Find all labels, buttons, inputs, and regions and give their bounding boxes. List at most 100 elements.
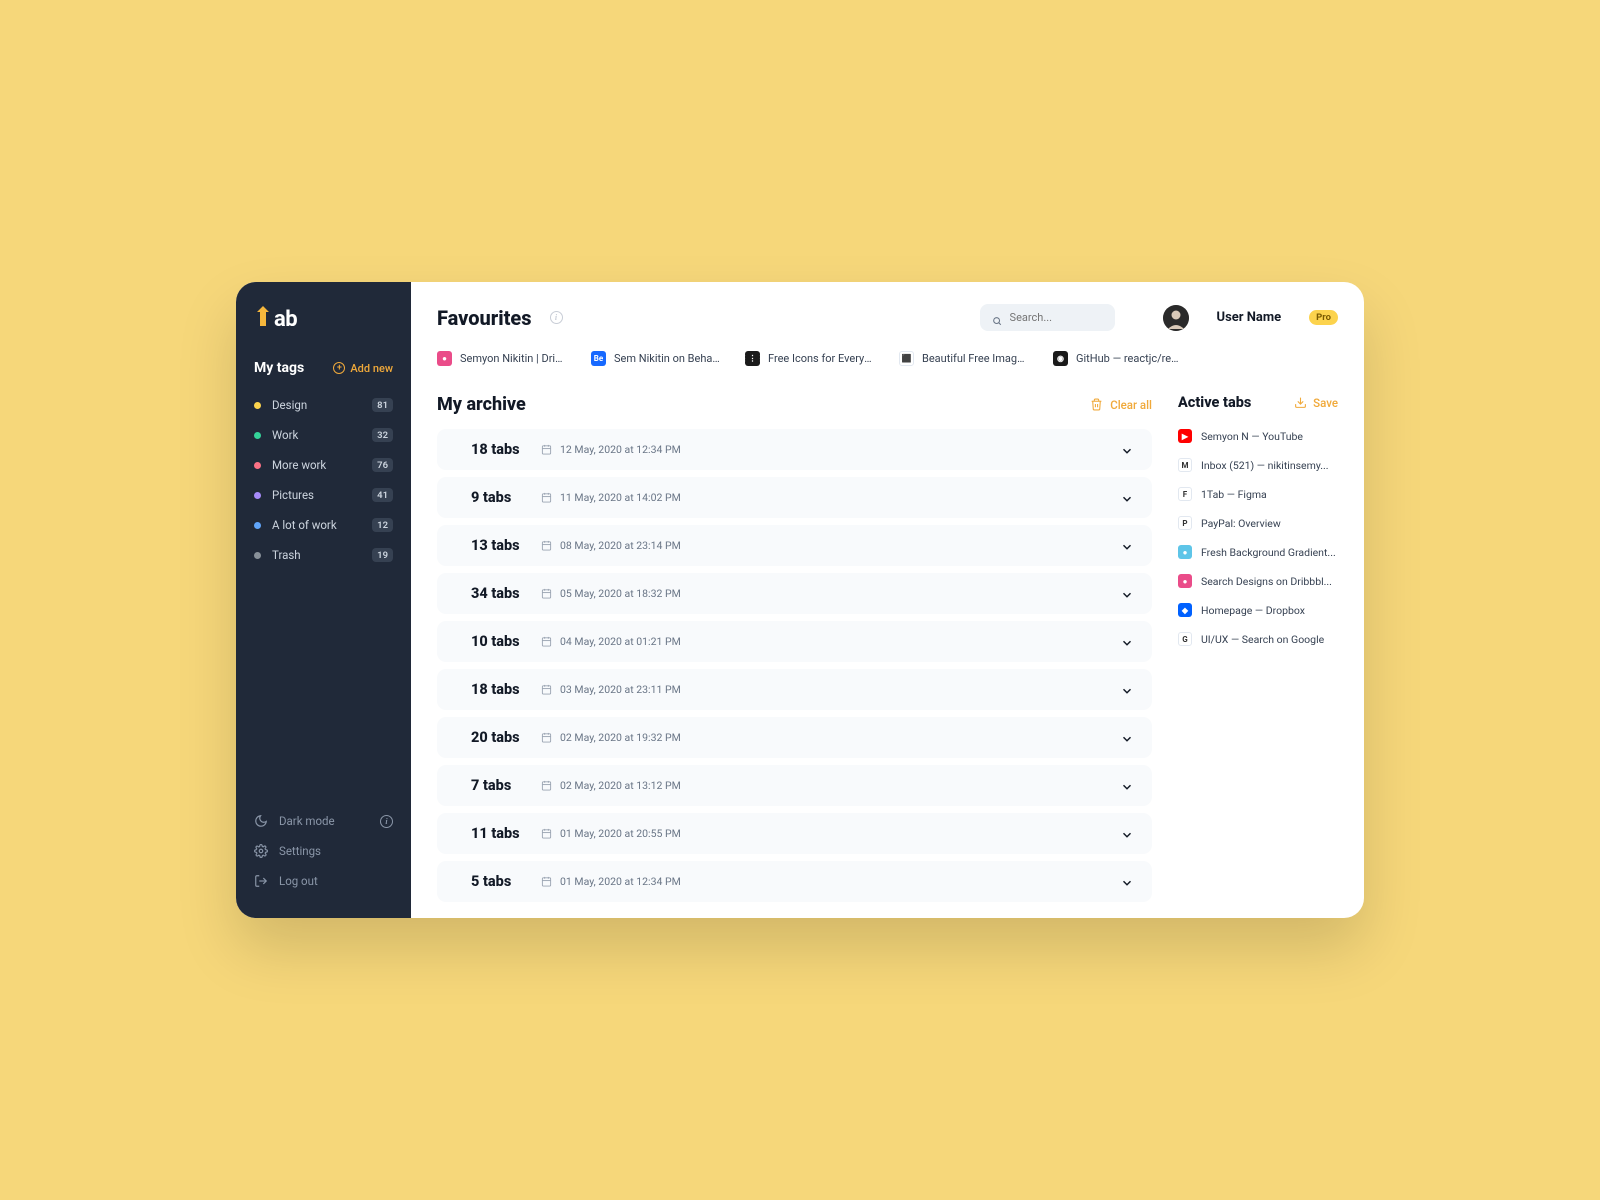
tag-label: A lot of work (272, 518, 372, 532)
logout-button[interactable]: Log out (236, 866, 411, 896)
chevron-down-icon (1120, 827, 1134, 841)
dark-mode-button[interactable]: Dark mode i (236, 806, 411, 836)
gear-icon (254, 844, 268, 858)
site-icon: G (1178, 632, 1192, 646)
site-icon: M (1178, 458, 1192, 472)
chevron-down-icon (1120, 539, 1134, 553)
site-icon: P (1178, 516, 1192, 530)
site-icon: ⬛ (899, 351, 914, 366)
sidebar-tag-item[interactable]: Trash 19 (236, 540, 411, 570)
avatar[interactable] (1163, 305, 1189, 331)
content-row: My archive Clear all 18 tabs 12 May, 202… (437, 394, 1338, 902)
clear-all-label: Clear all (1110, 398, 1152, 412)
archive-item[interactable]: 5 tabs 01 May, 2020 at 12:34 PM (437, 861, 1152, 902)
save-button[interactable]: Save (1294, 396, 1338, 410)
tag-count: 32 (372, 428, 393, 442)
sidebar-tag-item[interactable]: More work 76 (236, 450, 411, 480)
active-tab-item[interactable]: F 1Tab — Figma (1178, 487, 1338, 501)
favourite-item[interactable]: ● Semyon Nikitin | Dribb... (437, 351, 567, 366)
logout-icon (254, 874, 268, 888)
calendar-icon (541, 780, 552, 791)
favourite-item[interactable]: ◉ GitHub — reactjc/reac... (1053, 351, 1183, 366)
archive-count: 7 tabs (471, 777, 541, 794)
active-tab-item[interactable]: ● Fresh Background Gradient... (1178, 545, 1338, 559)
active-tab-label: PayPal: Overview (1201, 517, 1281, 530)
tag-count: 81 (372, 398, 393, 412)
main: Favourites i User Name Pro ● Semyon Niki… (411, 282, 1364, 918)
calendar-icon (541, 684, 552, 695)
favourite-label: Sem Nikitin on Behan... (614, 352, 721, 365)
logo-text: ab (274, 307, 297, 332)
chevron-down-icon (1120, 491, 1134, 505)
archive-item[interactable]: 10 tabs 04 May, 2020 at 01:21 PM (437, 621, 1152, 662)
info-icon[interactable]: i (550, 311, 563, 324)
archive-count: 18 tabs (471, 441, 541, 458)
archive-item[interactable]: 20 tabs 02 May, 2020 at 19:32 PM (437, 717, 1152, 758)
active-tab-label: Inbox (521) — nikitinsemy... (1201, 459, 1329, 472)
sidebar-tag-item[interactable]: Work 32 (236, 420, 411, 450)
active-title: Active tabs (1178, 394, 1251, 411)
active-tab-label: Fresh Background Gradient... (1201, 546, 1336, 559)
favourite-label: GitHub — reactjc/reac... (1076, 352, 1183, 365)
search-input[interactable] (1010, 311, 1103, 324)
favourites-row: ● Semyon Nikitin | Dribb... Be Sem Nikiti… (437, 351, 1338, 366)
chevron-down-icon (1120, 635, 1134, 649)
active-tab-label: 1Tab — Figma (1201, 488, 1267, 501)
tag-list: Design 81 Work 32 More work 76 Pictures … (236, 390, 411, 570)
archive-count: 9 tabs (471, 489, 541, 506)
active-tab-item[interactable]: M Inbox (521) — nikitinsemy... (1178, 458, 1338, 472)
favourite-item[interactable]: Be Sem Nikitin on Behan... (591, 351, 721, 366)
chevron-down-icon (1120, 443, 1134, 457)
archive-header: My archive Clear all (437, 394, 1152, 415)
logout-label: Log out (279, 874, 318, 888)
archive-item[interactable]: 9 tabs 11 May, 2020 at 14:02 PM (437, 477, 1152, 518)
sidebar-tag-item[interactable]: Pictures 41 (236, 480, 411, 510)
tag-dot-icon (254, 492, 261, 499)
archive-title: My archive (437, 394, 526, 415)
active-tab-item[interactable]: ▶ Semyon N — YouTube (1178, 429, 1338, 443)
site-icon: ● (437, 351, 452, 366)
archive-item[interactable]: 13 tabs 08 May, 2020 at 23:14 PM (437, 525, 1152, 566)
archive-column: My archive Clear all 18 tabs 12 May, 202… (437, 394, 1152, 902)
favourite-item[interactable]: ⋮⋮⋮ Free Icons for Everyth... (745, 351, 875, 366)
tag-count: 41 (372, 488, 393, 502)
archive-item[interactable]: 18 tabs 12 May, 2020 at 12:34 PM (437, 429, 1152, 470)
tag-dot-icon (254, 522, 261, 529)
active-tab-item[interactable]: P PayPal: Overview (1178, 516, 1338, 530)
favourite-item[interactable]: ⬛ Beautiful Free Images... (899, 351, 1029, 366)
archive-item[interactable]: 18 tabs 03 May, 2020 at 23:11 PM (437, 669, 1152, 710)
settings-label: Settings (279, 844, 321, 858)
site-icon: ⋮⋮⋮ (745, 351, 760, 366)
archive-date: 01 May, 2020 at 20:55 PM (541, 827, 681, 840)
archive-item[interactable]: 11 tabs 01 May, 2020 at 20:55 PM (437, 813, 1152, 854)
active-tab-item[interactable]: ◆ Homepage — Dropbox (1178, 603, 1338, 617)
site-icon: F (1178, 487, 1192, 501)
settings-button[interactable]: Settings (236, 836, 411, 866)
username[interactable]: User Name (1217, 310, 1282, 325)
archive-item[interactable]: 34 tabs 05 May, 2020 at 18:32 PM (437, 573, 1152, 614)
tag-label: Design (272, 398, 372, 412)
info-icon: i (380, 815, 393, 828)
tag-dot-icon (254, 552, 261, 559)
plus-circle-icon: + (333, 362, 345, 374)
active-tab-label: UI/UX — Search on Google (1201, 633, 1324, 646)
active-tab-item[interactable]: G UI/UX — Search on Google (1178, 632, 1338, 646)
search-box[interactable] (980, 304, 1115, 331)
clear-all-button[interactable]: Clear all (1090, 398, 1152, 412)
archive-item[interactable]: 7 tabs 02 May, 2020 at 13:12 PM (437, 765, 1152, 806)
active-tab-item[interactable]: ● Search Designs on Dribbbl... (1178, 574, 1338, 588)
chevron-down-icon (1120, 683, 1134, 697)
add-new-button[interactable]: + Add new (333, 362, 393, 375)
active-list: ▶ Semyon N — YouTube M Inbox (521) — niki… (1178, 429, 1338, 646)
top-row: Favourites i User Name Pro (437, 304, 1338, 331)
archive-date: 08 May, 2020 at 23:14 PM (541, 539, 681, 552)
calendar-icon (541, 828, 552, 839)
archive-date: 12 May, 2020 at 12:34 PM (541, 443, 681, 456)
app-window: ab My tags + Add new Design 81 Work 32 M… (236, 282, 1364, 918)
site-icon: Be (591, 351, 606, 366)
sidebar-title: My tags (254, 360, 304, 376)
sidebar-bottom: Dark mode i Settings Log out (236, 806, 411, 896)
archive-count: 10 tabs (471, 633, 541, 650)
sidebar-tag-item[interactable]: Design 81 (236, 390, 411, 420)
sidebar-tag-item[interactable]: A lot of work 12 (236, 510, 411, 540)
